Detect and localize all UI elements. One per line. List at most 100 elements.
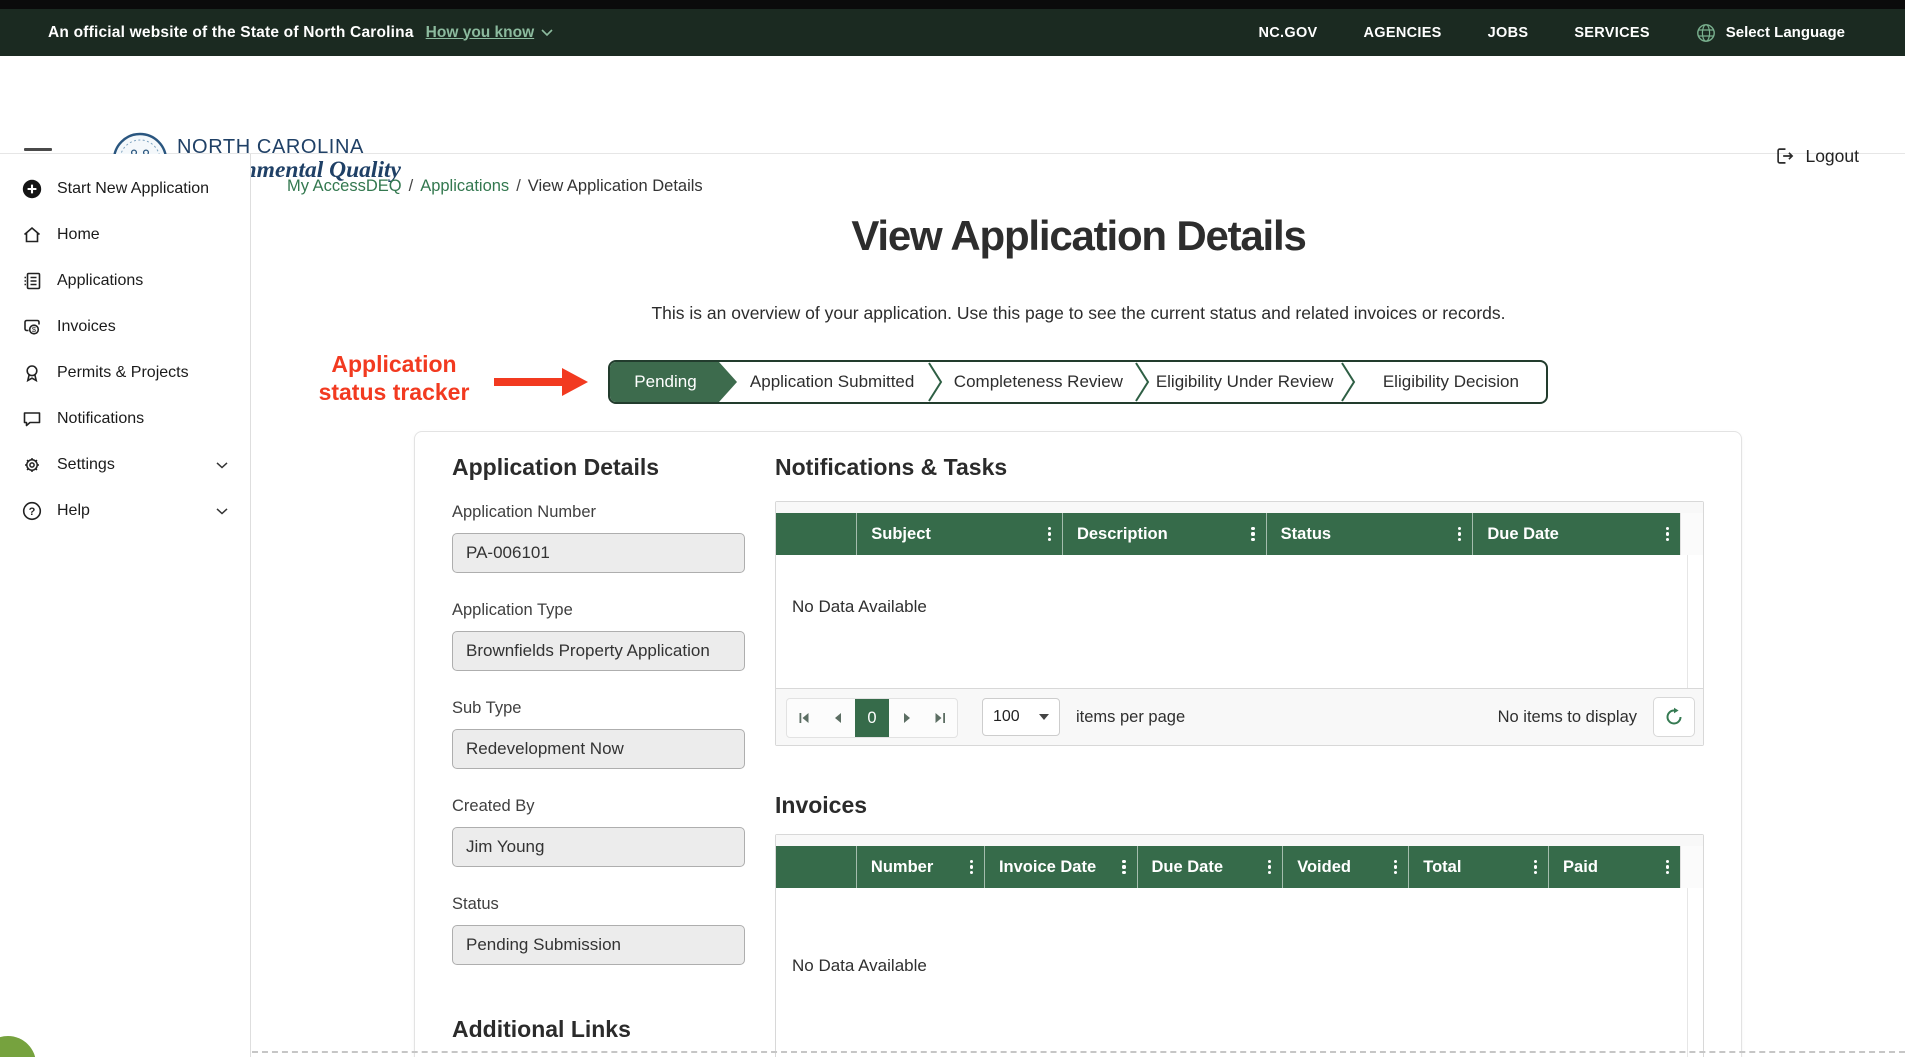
- column-header-label: Subject: [871, 525, 931, 544]
- page-size-select[interactable]: 100: [982, 698, 1060, 736]
- column-header-number[interactable]: Number: [856, 846, 984, 888]
- grid-body-filler: [1687, 888, 1703, 1057]
- breadcrumb-link-applications[interactable]: Applications: [420, 177, 509, 196]
- pager-previous-button[interactable]: [821, 699, 855, 737]
- column-menu-icon[interactable]: [1265, 856, 1274, 879]
- select-language-button[interactable]: Select Language: [1696, 23, 1845, 43]
- tracker-chevron-icon: [1134, 362, 1150, 402]
- sidebar-item-home[interactable]: Home: [0, 212, 250, 258]
- sidebar-item-label: Permits & Projects: [57, 364, 189, 382]
- refresh-button[interactable]: [1653, 697, 1695, 737]
- sidebar-item-label: Settings: [57, 456, 115, 474]
- sidebar-item-label: Start New Application: [57, 180, 209, 198]
- column-menu-icon[interactable]: [1663, 523, 1672, 546]
- column-menu-icon[interactable]: [1663, 856, 1672, 879]
- page-subtitle: This is an overview of your application.…: [252, 303, 1905, 324]
- tracker-step-application-submitted: Application Submitted: [737, 362, 927, 402]
- sidebar-item-invoices[interactable]: $ Invoices: [0, 304, 250, 350]
- window-top-edge: [0, 0, 1905, 9]
- column-header-label: Number: [871, 858, 933, 877]
- grid-body-filler: [1687, 555, 1703, 688]
- column-header-voided[interactable]: Voided: [1282, 846, 1408, 888]
- annotation-line1: Application: [331, 351, 456, 377]
- sidebar-item-label: Notifications: [57, 410, 144, 428]
- field-label-application-type: Application Type: [452, 601, 573, 620]
- sidebar-item-notifications[interactable]: Notifications: [0, 396, 250, 442]
- topbar-link-jobs[interactable]: JOBS: [1488, 25, 1529, 41]
- svg-text:?: ?: [29, 506, 36, 518]
- official-website-text: An official website of the State of Nort…: [48, 24, 414, 42]
- column-menu-icon[interactable]: [967, 856, 976, 879]
- pager-first-button[interactable]: [787, 699, 821, 737]
- tracker-step-pending: Pending: [610, 362, 737, 402]
- grid-pager: 0100items per pageNo items to display: [776, 688, 1703, 745]
- field-label-created-by: Created By: [452, 797, 535, 816]
- column-menu-icon[interactable]: [1531, 856, 1540, 879]
- select-language-label: Select Language: [1726, 24, 1845, 41]
- pager-next-button[interactable]: [889, 699, 923, 737]
- pager-last-button[interactable]: [923, 699, 957, 737]
- help-icon: ?: [20, 499, 44, 523]
- column-header-label: Total: [1423, 858, 1461, 877]
- column-header-status[interactable]: Status: [1266, 513, 1473, 555]
- sidebar-item-help[interactable]: ? Help: [0, 488, 250, 534]
- tracker-chevron-icon: [1340, 362, 1356, 402]
- chevron-down-icon: [212, 501, 232, 521]
- column-menu-icon[interactable]: [1119, 856, 1128, 879]
- column-header-paid[interactable]: Paid: [1548, 846, 1680, 888]
- column-menu-icon[interactable]: [1391, 856, 1400, 879]
- sidebar-item-settings[interactable]: Settings: [0, 442, 250, 488]
- column-header-total[interactable]: Total: [1408, 846, 1548, 888]
- field-label-application-number: Application Number: [452, 503, 596, 522]
- no-data-text: No Data Available: [792, 956, 927, 976]
- grid-header-row: Number Invoice Date Due Date Voided Total Pai…: [776, 846, 1703, 888]
- grid-lead-column: [776, 513, 856, 555]
- page-size-value: 100: [993, 708, 1020, 726]
- column-menu-icon[interactable]: [1455, 523, 1464, 546]
- sidebar-item-label: Help: [57, 502, 90, 520]
- tracker-step-eligibility-decision: Eligibility Decision: [1356, 362, 1546, 402]
- column-header-label: Due Date: [1152, 858, 1224, 877]
- globe-icon: [1696, 23, 1716, 43]
- column-menu-icon[interactable]: [1045, 523, 1054, 546]
- application-status-tracker: PendingApplication SubmittedCompleteness…: [608, 360, 1548, 404]
- topbar-link-agencies[interactable]: AGENCIES: [1364, 25, 1442, 41]
- items-per-page-label: items per page: [1076, 708, 1185, 727]
- breadcrumb-current: View Application Details: [528, 177, 703, 196]
- sidebar-item-label: Invoices: [57, 318, 116, 336]
- column-header-subject[interactable]: Subject: [856, 513, 1062, 555]
- sidebar-item-permits-projects[interactable]: Permits & Projects: [0, 350, 250, 396]
- annotation-line2: status tracker: [319, 379, 470, 405]
- grid-scrollbar-filler: [1680, 846, 1703, 888]
- grid-scrollbar-filler: [1680, 513, 1703, 555]
- topbar-link-services[interactable]: SERVICES: [1574, 25, 1649, 41]
- field-value-application-number: PA-006101: [452, 533, 745, 573]
- home-icon: [20, 223, 44, 247]
- column-header-due-date[interactable]: Due Date: [1472, 513, 1680, 555]
- annotation-arrowhead-icon: [562, 368, 588, 396]
- field-value-created-by: Jim Young: [452, 827, 745, 867]
- pager-current-page[interactable]: 0: [855, 699, 889, 737]
- breadcrumb: My AccessDEQ/Applications/View Applicati…: [287, 177, 703, 196]
- sidebar-item-start-new-application[interactable]: Start New Application: [0, 166, 250, 212]
- breadcrumb-link-my-accessdeq[interactable]: My AccessDEQ: [287, 177, 402, 196]
- main-content: My AccessDEQ/Applications/View Applicati…: [252, 154, 1905, 1057]
- field-value-sub-type: Redevelopment Now: [452, 729, 745, 769]
- how-you-know-label: How you know: [426, 24, 535, 42]
- sidebar-item-label: Home: [57, 226, 100, 244]
- column-header-invoice-date[interactable]: Invoice Date: [984, 846, 1137, 888]
- notifications-icon: [20, 407, 44, 431]
- sidebar-item-applications[interactable]: Applications: [0, 258, 250, 304]
- chevron-down-icon: [212, 455, 232, 475]
- breadcrumb-separator: /: [516, 177, 521, 196]
- nc-gov-topbar: An official website of the State of Nort…: [0, 9, 1905, 56]
- grid-body: No Data Available: [776, 555, 1703, 688]
- topbar-link-nc-gov[interactable]: NC.GOV: [1259, 25, 1318, 41]
- column-header-due-date[interactable]: Due Date: [1137, 846, 1283, 888]
- how-you-know-link[interactable]: How you know: [426, 24, 554, 42]
- application-overview-card: Application Details Application NumberPA…: [414, 431, 1742, 1057]
- invoices-icon: $: [20, 315, 44, 339]
- column-header-description[interactable]: Description: [1062, 513, 1266, 555]
- column-header-label: Description: [1077, 525, 1168, 544]
- column-menu-icon[interactable]: [1248, 523, 1257, 546]
